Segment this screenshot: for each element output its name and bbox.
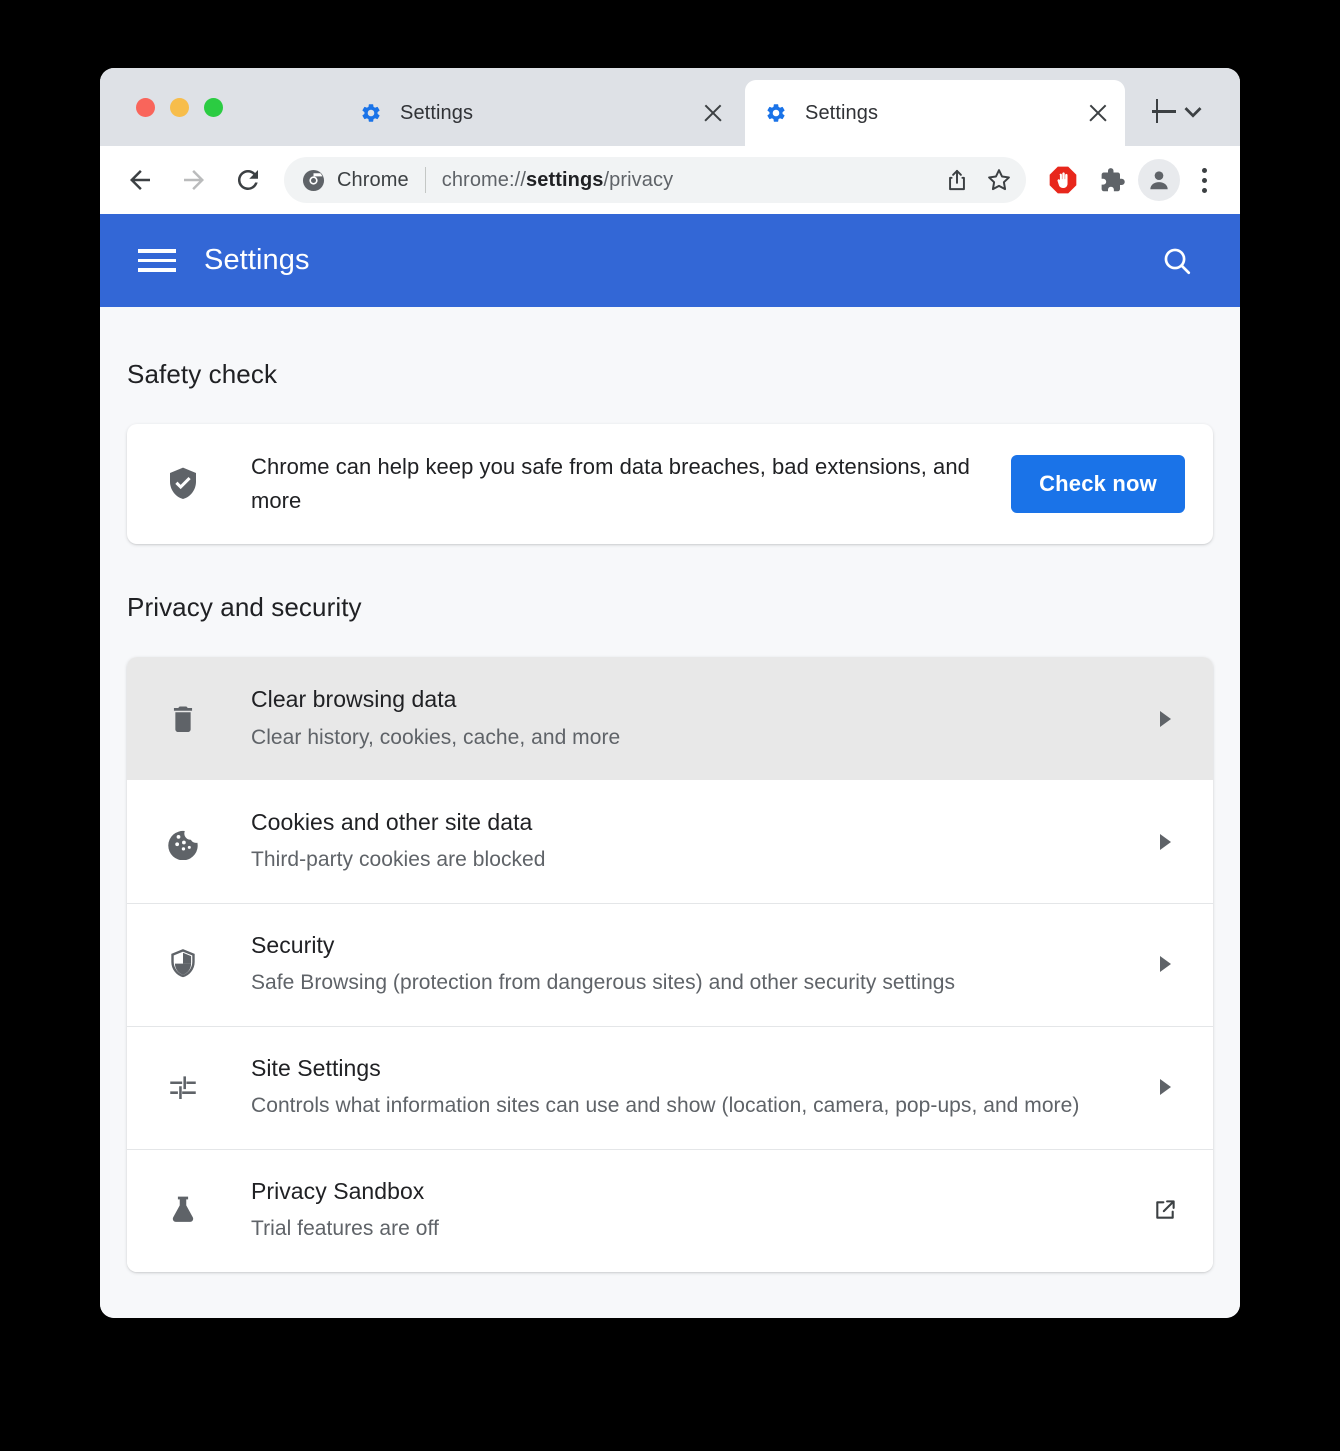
row-text: Clear browsing data Clear history, cooki…: [251, 683, 1121, 754]
chevron-right-icon[interactable]: [1145, 1067, 1185, 1107]
tab-strip: Settings Settings: [100, 68, 1240, 146]
profile-avatar-icon[interactable]: [1138, 159, 1180, 201]
settings-app-header: Settings: [100, 214, 1240, 307]
row-text: Security Safe Browsing (protection from …: [251, 929, 1121, 1000]
check-now-button[interactable]: Check now: [1011, 455, 1185, 513]
row-title: Privacy Sandbox: [251, 1175, 1121, 1208]
settings-row-clear-browsing-data[interactable]: Clear browsing data Clear history, cooki…: [127, 657, 1213, 780]
shield-check-icon: [157, 464, 209, 504]
site-identity-label: Chrome: [337, 169, 409, 192]
settings-content: Safety check Chrome can help keep you sa…: [100, 307, 1240, 1318]
row-text: Cookies and other site data Third-party …: [251, 806, 1121, 877]
close-window-button[interactable]: [136, 98, 155, 117]
settings-gear-icon: [765, 102, 787, 124]
safety-check-card: Chrome can help keep you safe from data …: [127, 424, 1213, 544]
shield-security-icon: [157, 947, 209, 981]
three-dot-menu-icon[interactable]: [1186, 159, 1222, 201]
browser-window: Settings Settings: [100, 68, 1240, 1318]
tab-settings-2[interactable]: Settings: [745, 80, 1125, 146]
safety-check-heading: Safety check: [127, 307, 1213, 390]
tab-settings-1[interactable]: Settings: [340, 80, 740, 146]
settings-row-privacy-sandbox[interactable]: Privacy Sandbox Trial features are off: [127, 1149, 1213, 1272]
row-text: Site Settings Controls what information …: [251, 1052, 1121, 1123]
row-subtitle: Trial features are off: [251, 1213, 1121, 1246]
url-prefix: chrome://: [442, 169, 526, 191]
tab-title: Settings: [805, 102, 1075, 125]
forward-arrow-icon[interactable]: [172, 158, 216, 202]
tab-search-chevron-down-icon[interactable]: [1176, 94, 1210, 128]
privacy-and-security-heading: Privacy and security: [127, 544, 1213, 623]
flask-icon: [157, 1193, 209, 1227]
url-host: settings: [526, 169, 603, 191]
back-arrow-icon[interactable]: [118, 158, 162, 202]
site-identity-chip[interactable]: Chrome: [302, 169, 409, 192]
tab-close-button[interactable]: [1085, 100, 1111, 126]
chrome-logo-icon: [302, 169, 325, 192]
trash-icon: [157, 702, 209, 736]
chevron-right-icon[interactable]: [1145, 944, 1185, 984]
safety-check-description: Chrome can help keep you safe from data …: [251, 450, 981, 518]
url-path: /privacy: [603, 169, 673, 191]
page-title: Settings: [204, 244, 1154, 277]
puzzle-extension-icon[interactable]: [1090, 159, 1132, 201]
search-icon[interactable]: [1154, 238, 1200, 284]
settings-row-security[interactable]: Security Safe Browsing (protection from …: [127, 903, 1213, 1026]
row-title: Cookies and other site data: [251, 806, 1121, 839]
row-title: Clear browsing data: [251, 683, 1121, 716]
address-bar[interactable]: Chrome chrome://settings/privacy: [284, 157, 1026, 203]
minimize-window-button[interactable]: [170, 98, 189, 117]
url-text[interactable]: chrome://settings/privacy: [442, 169, 934, 192]
share-icon[interactable]: [938, 161, 976, 199]
open-in-new-icon[interactable]: [1145, 1190, 1185, 1230]
screen: Settings Settings: [0, 0, 1340, 1451]
row-subtitle: Third-party cookies are blocked: [251, 844, 1121, 877]
row-subtitle: Clear history, cookies, cache, and more: [251, 722, 1121, 755]
adblock-icon[interactable]: [1042, 159, 1084, 201]
settings-gear-icon: [360, 102, 382, 124]
privacy-and-security-card: Clear browsing data Clear history, cooki…: [127, 657, 1213, 1271]
reload-icon[interactable]: [226, 158, 270, 202]
tab-close-button[interactable]: [700, 100, 726, 126]
window-traffic-lights: [136, 98, 223, 117]
tab-title: Settings: [400, 102, 690, 125]
settings-row-site-settings[interactable]: Site Settings Controls what information …: [127, 1026, 1213, 1149]
row-subtitle: Controls what information sites can use …: [251, 1090, 1121, 1123]
cookie-icon: [157, 824, 209, 860]
row-title: Security: [251, 929, 1121, 962]
row-subtitle: Safe Browsing (protection from dangerous…: [251, 967, 1121, 1000]
settings-row-cookies-and-other-site-data[interactable]: Cookies and other site data Third-party …: [127, 780, 1213, 903]
tune-sliders-icon: [157, 1070, 209, 1104]
chevron-right-icon[interactable]: [1145, 699, 1185, 739]
chevron-right-icon[interactable]: [1145, 822, 1185, 862]
row-text: Privacy Sandbox Trial features are off: [251, 1175, 1121, 1246]
row-title: Site Settings: [251, 1052, 1121, 1085]
omnibox-divider: [425, 167, 426, 193]
star-icon[interactable]: [980, 161, 1018, 199]
maximize-window-button[interactable]: [204, 98, 223, 117]
hamburger-menu-icon[interactable]: [138, 241, 178, 281]
browser-toolbar: Chrome chrome://settings/privacy: [100, 146, 1240, 214]
